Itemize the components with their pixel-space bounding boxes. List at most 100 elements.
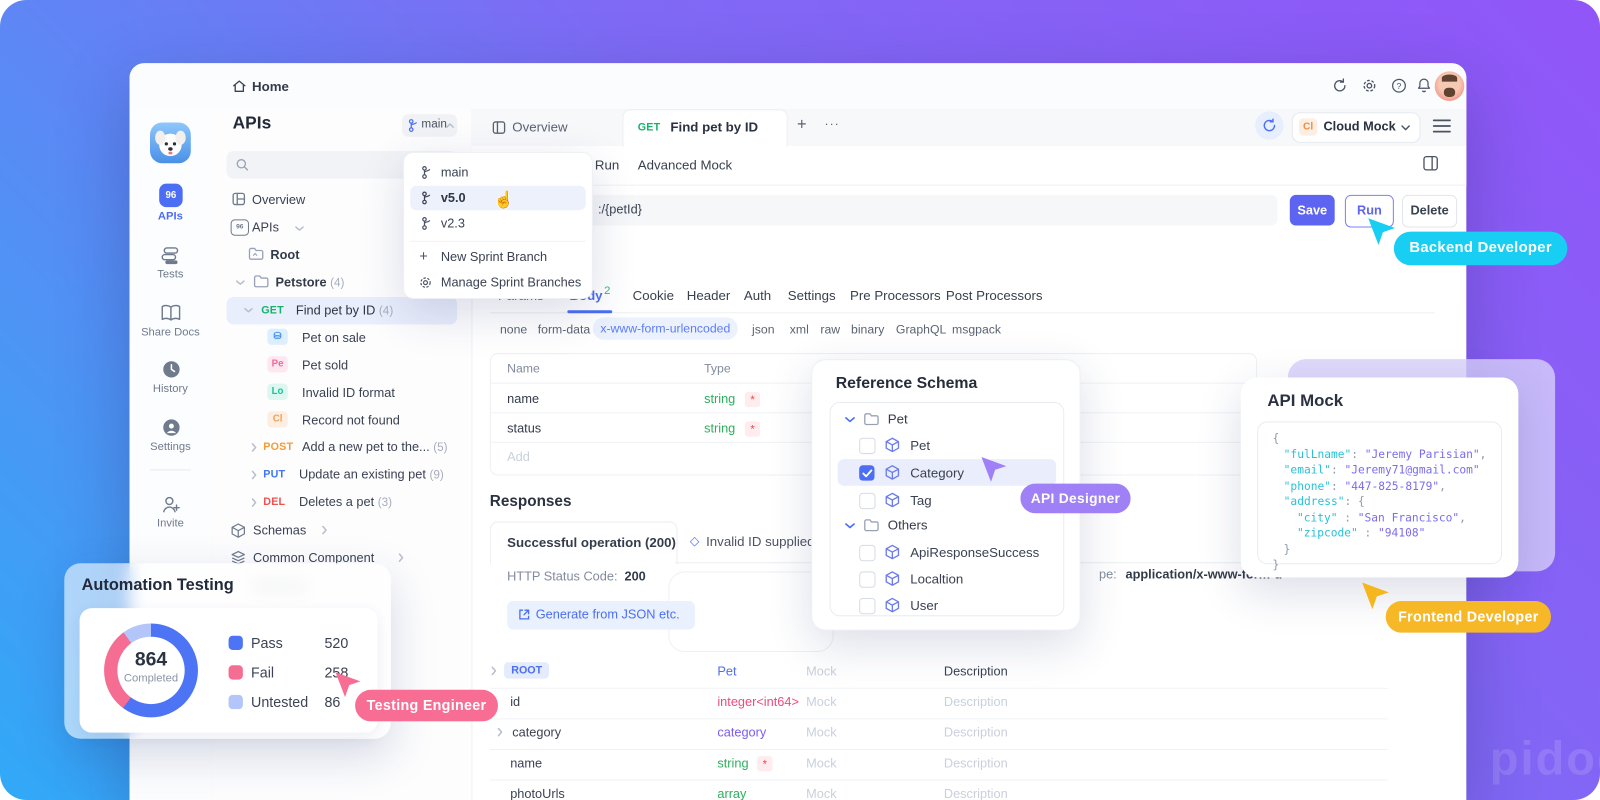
tree-item-post[interactable]: Add a new pet to the... (5) bbox=[302, 440, 448, 454]
ref-folder-pet[interactable]: Pet bbox=[888, 411, 908, 426]
req-tab-header[interactable]: Header bbox=[687, 288, 731, 303]
help-icon[interactable]: ? bbox=[1391, 78, 1407, 94]
ref-item-localtion[interactable]: Localtion bbox=[910, 571, 963, 586]
param-row-name[interactable]: name bbox=[507, 392, 539, 406]
branch-selector[interactable]: main bbox=[402, 114, 457, 136]
gear-icon[interactable] bbox=[1361, 78, 1377, 94]
checkbox-localtion[interactable] bbox=[859, 571, 875, 587]
root-folder-icon bbox=[248, 247, 264, 260]
user-avatar[interactable] bbox=[1435, 71, 1465, 101]
schema-root-badge[interactable]: ROOT bbox=[504, 662, 549, 678]
req-tab-settings[interactable]: Settings bbox=[788, 288, 836, 303]
menu-item-branch-v50[interactable]: v5.0 bbox=[441, 191, 466, 205]
history-icon[interactable] bbox=[161, 359, 181, 379]
body-type-none[interactable]: none bbox=[500, 322, 527, 336]
save-button[interactable]: Save bbox=[1290, 195, 1335, 226]
hand-cursor-icon: ☝ bbox=[494, 190, 514, 210]
menu-item-branch-v23[interactable]: v2.3 bbox=[441, 216, 465, 230]
ref-item-category[interactable]: Category bbox=[910, 465, 964, 480]
ref-item-user[interactable]: User bbox=[910, 598, 938, 613]
ref-folder-others[interactable]: Others bbox=[888, 517, 928, 532]
tree-item-petstore[interactable]: Petstore (4) bbox=[276, 276, 345, 290]
menu-item-new-sprint-branch[interactable]: New Sprint Branch bbox=[441, 250, 547, 264]
tree-item-overview[interactable]: Overview bbox=[252, 193, 305, 207]
schema-root-type[interactable]: Pet bbox=[717, 664, 736, 678]
tab-find-pet-active[interactable]: GET Find pet by ID bbox=[622, 109, 787, 147]
invite-icon[interactable] bbox=[160, 494, 181, 515]
tab-more-button[interactable]: ··· bbox=[824, 116, 839, 130]
checkbox-user[interactable] bbox=[859, 598, 875, 614]
rail-item-apis[interactable]: APIs bbox=[130, 210, 212, 222]
tab-overview[interactable]: Overview bbox=[512, 119, 567, 134]
tree-item-invalid-id[interactable]: Invalid ID format bbox=[302, 386, 395, 400]
checkbox-pet[interactable] bbox=[859, 438, 875, 454]
tree-item-pet-on-sale[interactable]: Pet on sale bbox=[302, 331, 366, 345]
req-tab-cookie[interactable]: Cookie bbox=[633, 288, 674, 303]
schema-root-mock[interactable]: Mock bbox=[806, 664, 836, 678]
body-type-json[interactable]: json bbox=[752, 322, 774, 336]
tests-icon[interactable] bbox=[160, 245, 181, 266]
checkbox-apiresponse[interactable] bbox=[859, 545, 875, 561]
branch-icon bbox=[420, 165, 432, 179]
rail-item-share-docs[interactable]: Share Docs bbox=[130, 327, 212, 339]
ref-item-pet[interactable]: Pet bbox=[910, 438, 930, 453]
ref-item-apiresponsesuccess[interactable]: ApiResponseSuccess bbox=[910, 545, 1039, 560]
split-panel-icon[interactable] bbox=[1422, 155, 1438, 171]
body-type-raw[interactable]: raw bbox=[820, 322, 840, 336]
schema-row-id[interactable]: id bbox=[510, 695, 520, 709]
url-input[interactable]: :/{petId} bbox=[490, 195, 1278, 226]
param-row-status[interactable]: status bbox=[507, 421, 541, 435]
tab-advanced-mock[interactable]: Advanced Mock bbox=[638, 157, 732, 172]
tree-item-apis[interactable]: APIs bbox=[252, 220, 279, 234]
tab-run[interactable]: Run bbox=[595, 157, 619, 172]
body-type-msgpack[interactable]: msgpack bbox=[952, 322, 1001, 336]
legend-label-pass: Pass bbox=[251, 635, 283, 651]
checkbox-tag[interactable] bbox=[859, 493, 875, 509]
share-docs-icon[interactable] bbox=[159, 303, 182, 324]
checkbox-category-checked[interactable] bbox=[859, 465, 874, 480]
response-tab-invalid[interactable]: Invalid ID supplied bbox=[706, 534, 814, 549]
response-tab-success[interactable]: Successful operation (200) bbox=[490, 521, 678, 564]
sidebar-title: APIs bbox=[233, 113, 272, 133]
rail-item-tests[interactable]: Tests bbox=[130, 268, 212, 280]
refresh-icon[interactable] bbox=[1332, 78, 1348, 94]
body-count-badge: 2 bbox=[604, 285, 610, 297]
body-type-xml[interactable]: xml bbox=[790, 322, 809, 336]
tree-item-record-not-found[interactable]: Record not found bbox=[302, 413, 400, 427]
tree-item-pet-sold[interactable]: Pet sold bbox=[302, 358, 348, 372]
generate-from-json-button[interactable]: Generate from JSON etc. bbox=[507, 601, 695, 630]
environment-selector[interactable]: Cl Cloud Mock bbox=[1292, 112, 1421, 143]
hamburger-menu-icon[interactable] bbox=[1433, 118, 1451, 133]
rail-item-settings[interactable]: Settings bbox=[130, 441, 212, 453]
body-type-urlencoded-selected[interactable]: x-www-form-urlencoded bbox=[593, 317, 738, 339]
tree-item-schemas[interactable]: Schemas bbox=[253, 523, 306, 537]
menu-item-manage-sprint-branches[interactable]: Manage Sprint Branches bbox=[441, 276, 581, 290]
tree-item-find-pet[interactable]: Find pet by ID (4) bbox=[296, 303, 393, 317]
schema-row-photourls[interactable]: photoUrls bbox=[510, 787, 565, 800]
req-tab-pre-processors[interactable]: Pre Processors bbox=[850, 288, 941, 303]
settings-icon[interactable] bbox=[161, 417, 181, 437]
req-tab-auth[interactable]: Auth bbox=[744, 288, 771, 303]
ref-item-tag[interactable]: Tag bbox=[910, 493, 931, 508]
body-type-binary[interactable]: binary bbox=[851, 322, 884, 336]
tree-item-root[interactable]: Root bbox=[270, 248, 299, 262]
body-type-graphql[interactable]: GraphQL bbox=[896, 322, 946, 336]
schema-row-name[interactable]: name bbox=[510, 756, 542, 770]
body-type-form-data[interactable]: form-data bbox=[538, 322, 590, 336]
req-tab-post-processors[interactable]: Post Processors bbox=[946, 288, 1043, 303]
delete-button[interactable]: Delete bbox=[1402, 195, 1457, 228]
sync-status-button[interactable] bbox=[1255, 111, 1284, 140]
bell-icon[interactable] bbox=[1415, 77, 1432, 94]
tree-item-del[interactable]: Deletes a pet (3) bbox=[299, 495, 392, 509]
rail-apis-icon[interactable]: 96 bbox=[159, 184, 182, 207]
new-tab-button[interactable]: + bbox=[797, 116, 807, 134]
tab-home[interactable]: Home bbox=[252, 79, 289, 94]
menu-item-branch-main[interactable]: main bbox=[441, 165, 469, 179]
add-param-placeholder[interactable]: Add bbox=[507, 450, 530, 464]
rail-item-invite[interactable]: Invite bbox=[130, 517, 212, 529]
tree-item-put[interactable]: Update an existing pet (9) bbox=[299, 467, 444, 481]
schema-row-category[interactable]: category bbox=[512, 726, 561, 740]
rail-item-history[interactable]: History bbox=[130, 383, 212, 395]
project-avatar-dog[interactable] bbox=[150, 122, 191, 163]
apis-folder-icon: 96 bbox=[231, 219, 249, 235]
